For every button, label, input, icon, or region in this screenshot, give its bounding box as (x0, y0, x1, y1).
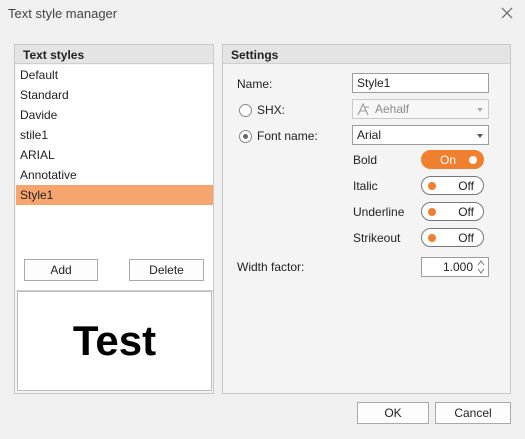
text-styles-panel: Text styles Default Standard Davide stil… (14, 44, 214, 394)
cancel-button[interactable]: Cancel (435, 402, 511, 424)
text-styles-list[interactable]: Default Standard Davide stile1 ARIAL Ann… (16, 65, 213, 291)
italic-label: Italic (353, 179, 378, 193)
title-bar: Text style manager (0, 0, 525, 26)
underline-toggle[interactable]: Off (421, 202, 484, 221)
style-preview: Test (17, 291, 212, 391)
settings-panel: Settings Name: Style1 SHX: Aehalf Font n… (222, 44, 511, 394)
list-item[interactable]: stile1 (16, 125, 213, 145)
shx-font-icon (357, 103, 369, 116)
list-item[interactable]: ARIAL (16, 145, 213, 165)
shx-dropdown[interactable]: Aehalf (352, 99, 489, 119)
list-item[interactable]: Standard (16, 85, 213, 105)
toggle-knob (469, 156, 477, 164)
stepper-down-icon[interactable] (476, 267, 486, 275)
shx-label: SHX: (257, 103, 286, 117)
name-label: Name: (237, 77, 273, 91)
shx-radio[interactable] (239, 104, 252, 117)
font-name-dropdown[interactable]: Arial (352, 125, 489, 145)
underline-state: Off (458, 205, 474, 219)
close-icon[interactable] (499, 5, 515, 21)
bold-toggle[interactable]: On (421, 150, 484, 169)
underline-label: Underline (353, 205, 405, 219)
font-name-value: Arial (357, 128, 382, 142)
toggle-knob (428, 234, 436, 242)
strikeout-label: Strikeout (353, 231, 401, 245)
italic-toggle[interactable]: Off (421, 176, 484, 195)
chevron-down-icon (477, 108, 483, 112)
width-factor-stepper[interactable]: 1.000 (421, 257, 489, 277)
bold-state: On (440, 153, 457, 167)
chevron-down-icon (477, 134, 483, 138)
settings-header: Settings (223, 45, 510, 64)
text-styles-header: Text styles (15, 45, 213, 64)
italic-state: Off (458, 179, 474, 193)
width-factor-value: 1.000 (442, 260, 473, 274)
stepper-up-icon[interactable] (476, 259, 486, 267)
delete-button[interactable]: Delete (129, 259, 204, 281)
list-item[interactable]: Davide (16, 105, 213, 125)
list-item-selected[interactable]: Style1 (16, 185, 213, 205)
list-item[interactable]: Annotative (16, 165, 213, 185)
preview-text: Test (72, 317, 157, 364)
toggle-knob (428, 182, 436, 190)
strikeout-toggle[interactable]: Off (421, 228, 484, 247)
shx-value: Aehalf (375, 102, 410, 116)
font-name-radio[interactable] (239, 130, 252, 143)
ok-button[interactable]: OK (357, 402, 429, 424)
strikeout-state: Off (458, 231, 474, 245)
window-title: Text style manager (8, 6, 118, 21)
font-name-label: Font name: (257, 129, 318, 143)
list-item[interactable]: Default (16, 65, 213, 85)
add-button[interactable]: Add (24, 259, 98, 281)
width-factor-label: Width factor: (237, 260, 305, 274)
toggle-knob (428, 208, 436, 216)
name-input[interactable]: Style1 (352, 73, 489, 93)
bold-label: Bold (353, 153, 378, 167)
